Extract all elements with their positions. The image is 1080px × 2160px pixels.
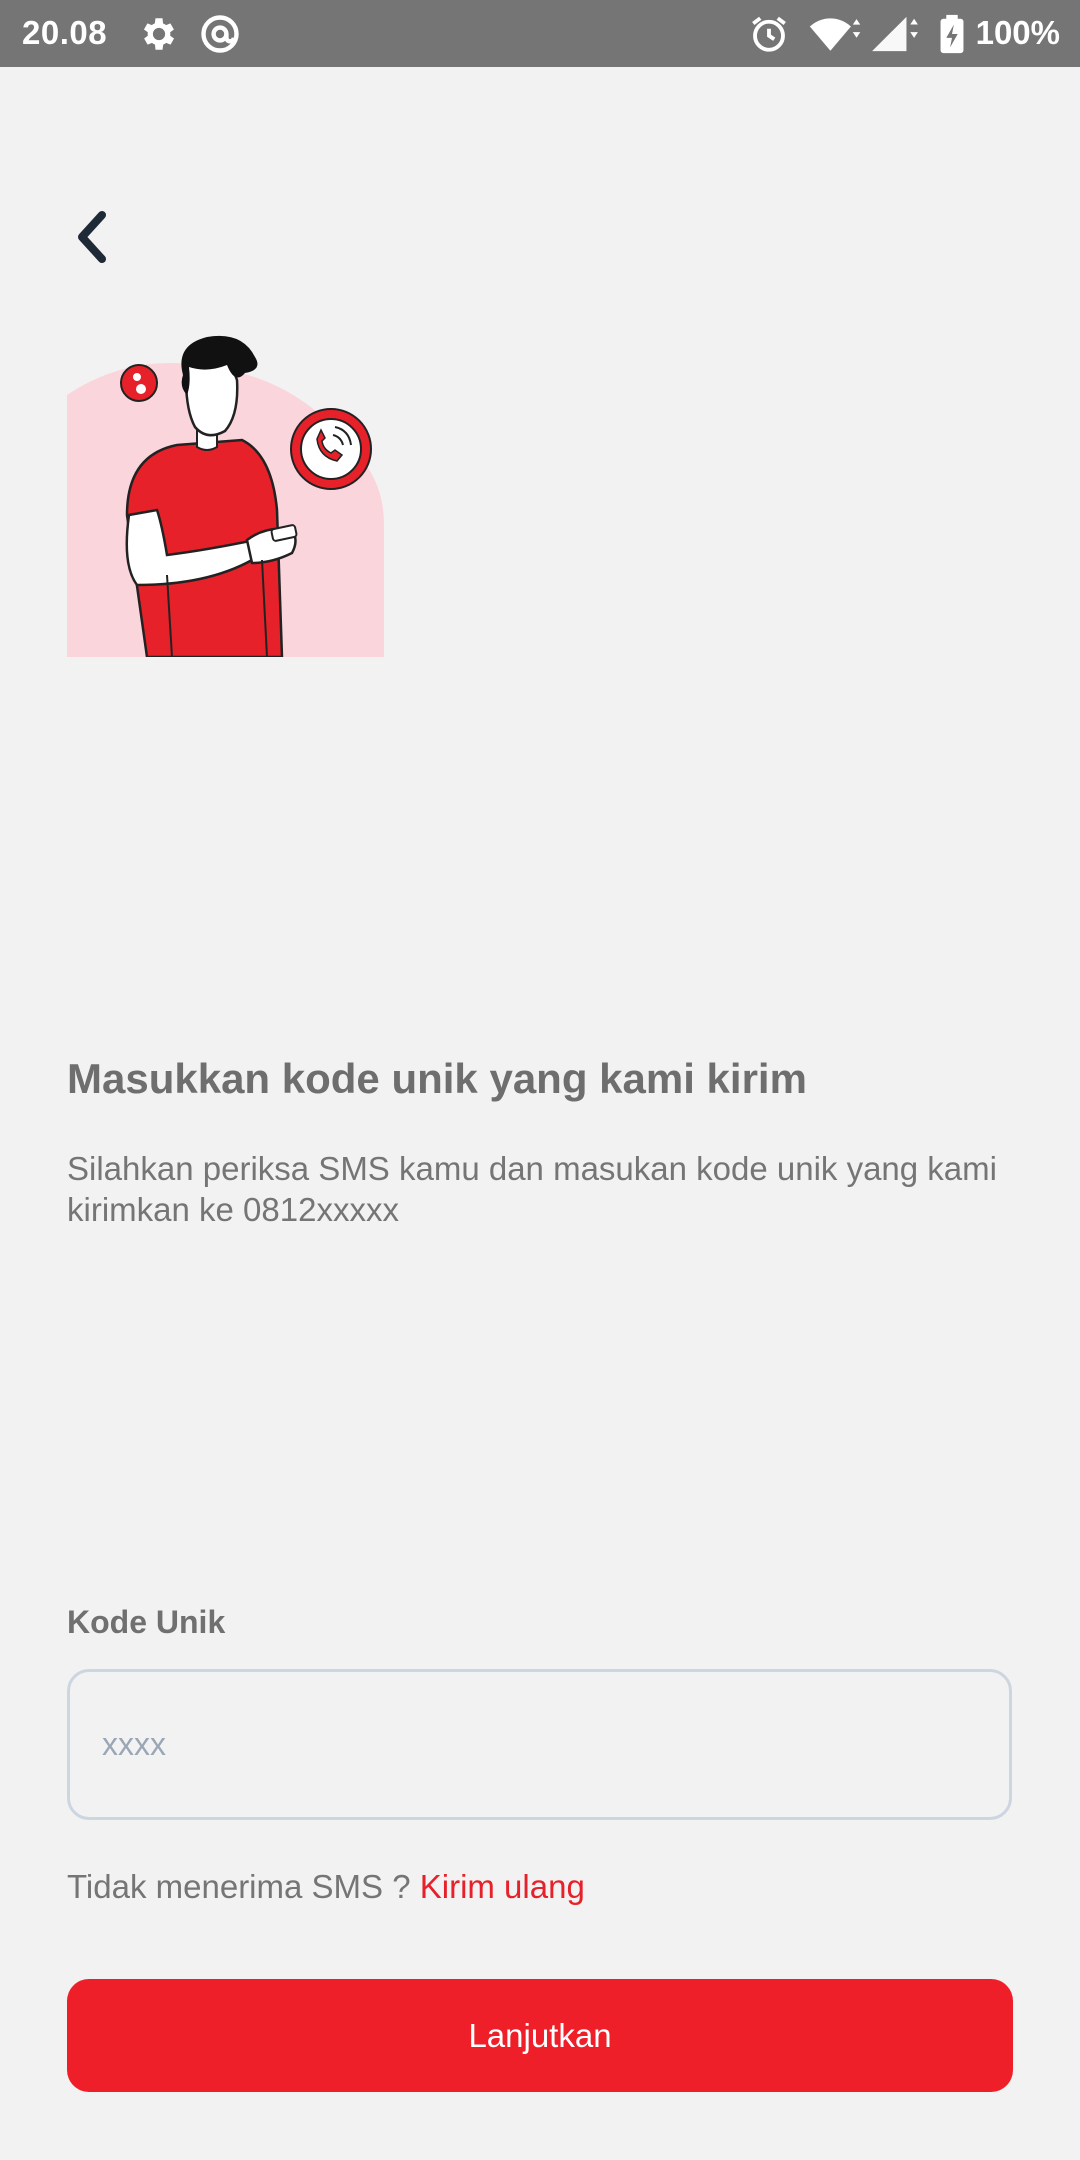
person-phone-illustration xyxy=(67,335,384,659)
unique-code-input[interactable] xyxy=(67,1669,1012,1820)
gear-icon xyxy=(138,12,180,56)
wifi-icon xyxy=(808,12,864,56)
at-sign-icon xyxy=(198,12,242,56)
status-bar: 20.08 100% xyxy=(0,0,1080,67)
continue-button[interactable]: Lanjutkan xyxy=(67,1979,1013,2092)
page-title: Masukkan kode unik yang kami kirim xyxy=(67,1055,807,1102)
resend-link[interactable]: Kirim ulang xyxy=(420,1868,585,1905)
alarm-icon xyxy=(748,12,790,56)
signal-icon xyxy=(868,12,922,56)
chevron-left-icon xyxy=(78,211,106,263)
resend-row: Tidak menerima SMS ? Kirim ulang xyxy=(67,1868,585,1906)
status-time: 20.08 xyxy=(22,14,108,51)
battery-percentage: 100% xyxy=(975,14,1060,51)
back-button[interactable] xyxy=(62,200,122,274)
battery-charging-icon xyxy=(938,12,966,56)
resend-text: Tidak menerima SMS ? xyxy=(67,1868,420,1905)
code-field-label: Kode Unik xyxy=(67,1604,226,1640)
page-subtitle: Silahkan periksa SMS kamu dan masukan ko… xyxy=(67,1150,997,1228)
